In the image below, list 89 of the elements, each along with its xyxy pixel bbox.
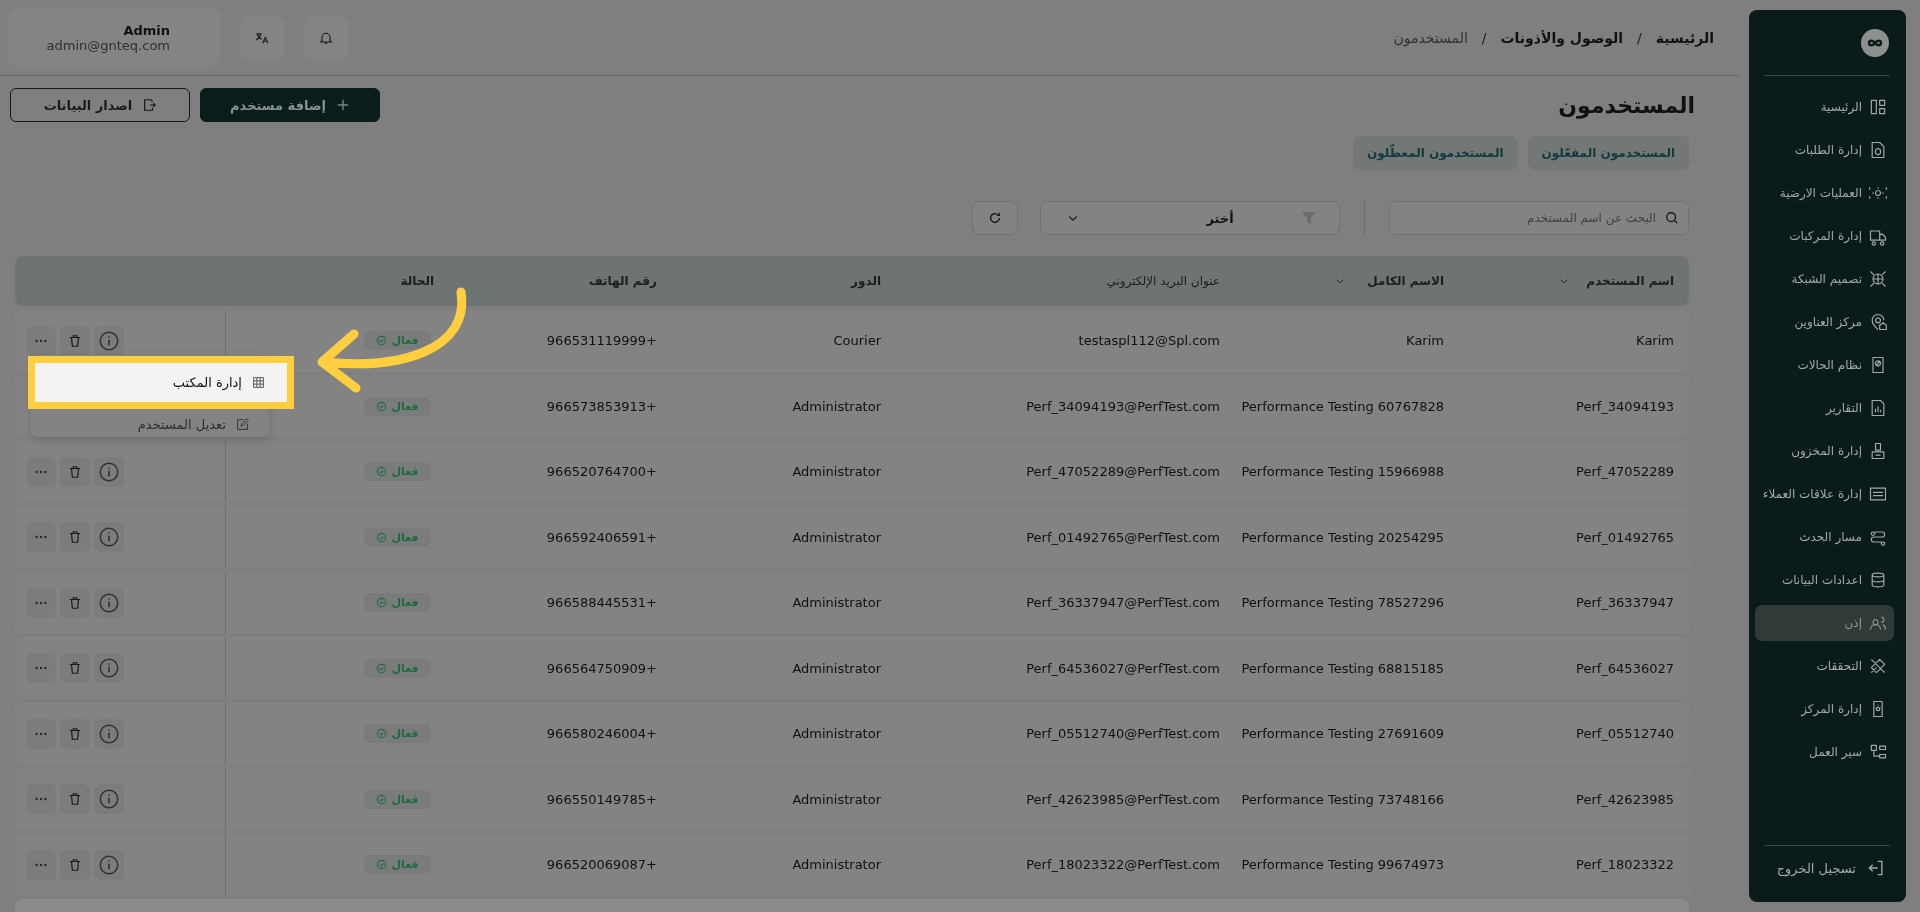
table-cell: Performance Testing 78527296 — [1241, 595, 1444, 610]
table-cell: 966580246004+ — [546, 726, 657, 741]
column-header: الحالة — [400, 274, 434, 288]
table-cell: Karim — [1406, 333, 1444, 348]
table-cell: Administrator — [792, 398, 881, 414]
breadcrumb-link[interactable]: الوصول والأذونات — [1500, 29, 1624, 46]
column-header: رقم الهاتف — [588, 274, 657, 288]
sidebar-item[interactable]: الرئيسية — [1755, 89, 1894, 125]
status-badge: فعال — [364, 396, 431, 416]
table-cell: Administrator — [792, 595, 881, 610]
table-cell: Courier — [833, 333, 881, 348]
table-cell: Administrator — [792, 660, 881, 676]
table-cell: Perf_42623985 — [1576, 791, 1674, 807]
status-badge: فعال — [364, 527, 431, 547]
page-title: المستخدمون — [1558, 92, 1695, 118]
sidebar-item[interactable]: إدارة المركبات — [1755, 218, 1894, 254]
table-cell: Performance Testing 73748166 — [1241, 791, 1444, 807]
filter-dropdown[interactable]: أختر — [1040, 201, 1340, 235]
table-cell: Perf_34094193 — [1576, 398, 1674, 414]
table-cell: Performance Testing 99674973 — [1241, 857, 1444, 872]
table-cell: 966573853913+ — [546, 398, 657, 414]
sidebar-item[interactable]: إذن — [1755, 605, 1894, 641]
sidebar-item[interactable]: إدارة الطلبات — [1755, 132, 1894, 168]
sidebar-item[interactable]: التقارير — [1755, 390, 1894, 426]
sidebar-item[interactable]: تصميم الشبكة — [1755, 261, 1894, 297]
sidebar-item[interactable]: العمليات الارضية — [1755, 175, 1894, 211]
table-cell: 966588445531+ — [546, 595, 657, 610]
table-cell: testaspl112@Spl.com — [1078, 333, 1220, 348]
table-cell: 966564750909+ — [546, 660, 657, 676]
table-cell: Administrator — [792, 464, 881, 479]
sidebar-item[interactable]: مركز العناوين — [1755, 304, 1894, 340]
table-cell: Perf_18023322@PerfTest.com — [1026, 857, 1220, 872]
search-field[interactable]: البحث عن اسم المستخدم — [1389, 201, 1689, 235]
table-cell: Performance Testing 27691609 — [1241, 726, 1444, 741]
table-cell: 966531119999+ — [546, 333, 657, 348]
account-card[interactable]: Admin admin@gnteq.com — [8, 7, 220, 68]
table-cell: Karim — [1636, 333, 1674, 348]
table-cell: Perf_42623985@PerfTest.com — [1026, 791, 1220, 807]
account-name: Admin — [122, 22, 170, 38]
table-cell: Administrator — [792, 857, 881, 872]
sidebar-item[interactable]: سير العمل — [1755, 734, 1894, 770]
sidebar-item[interactable]: اعدادات البيانات — [1755, 562, 1894, 598]
table-cell: 966520069087+ — [546, 857, 657, 872]
menu-item[interactable]: تعديل المستخدم — [31, 409, 269, 439]
table-cell: Perf_64536027 — [1576, 660, 1674, 676]
table-cell: Performance Testing 20254295 — [1241, 529, 1444, 545]
table-cell: Performance Testing 68815185 — [1241, 660, 1444, 676]
table-cell: Performance Testing 60767828 — [1241, 398, 1444, 414]
table-cell: Administrator — [792, 726, 881, 741]
table-cell: Perf_01492765@PerfTest.com — [1026, 529, 1220, 545]
table-cell: Perf_34094193@PerfTest.com — [1026, 398, 1220, 414]
table-cell: Perf_36337947@PerfTest.com — [1026, 595, 1220, 610]
status-badge: فعال — [364, 789, 431, 809]
table-cell: Perf_18023322 — [1576, 857, 1674, 872]
sidebar-item[interactable]: إدارة المركز — [1755, 691, 1894, 727]
table-cell: 966592406591+ — [546, 529, 657, 545]
table-cell: Perf_01492765 — [1576, 529, 1674, 545]
table-cell: Administrator — [792, 529, 881, 545]
status-badge: فعال — [364, 658, 431, 678]
add-user-button[interactable]: إضافة مستخدم — [200, 88, 380, 122]
table-cell: Perf_64536027@PerfTest.com — [1026, 660, 1220, 676]
status-badge: فعال — [364, 331, 431, 350]
menu-item[interactable]: إدارة المكتب — [28, 356, 294, 409]
sidebar-item[interactable]: مسار الحدث — [1755, 519, 1894, 555]
breadcrumb-link[interactable]: الرئيسية — [1655, 29, 1714, 46]
table-cell: Perf_47052289 — [1576, 464, 1674, 479]
logout-button[interactable]: تسجيل الخروج — [1765, 845, 1890, 888]
table-cell: Performance Testing 15966988 — [1241, 464, 1444, 479]
table-cell: Perf_05512740@PerfTest.com — [1026, 726, 1220, 741]
status-badge: فعال — [364, 593, 431, 612]
sidebar-item[interactable]: إدارة علاقات العملاء — [1755, 476, 1894, 512]
table-cell: Administrator — [792, 791, 881, 807]
table-cell: 966550149785+ — [546, 791, 657, 807]
status-badge: فعال — [364, 855, 431, 874]
table-cell: Perf_05512740 — [1576, 726, 1674, 741]
table-cell: 966520764700+ — [546, 464, 657, 479]
column-header: الدور — [851, 274, 881, 288]
sidebar-item[interactable]: التحققات — [1755, 648, 1894, 684]
status-badge: فعال — [364, 462, 431, 481]
status-badge: فعال — [364, 724, 431, 743]
column-header: عنوان البريد الإلكتروني — [1106, 274, 1220, 288]
breadcrumb-separator: / — [1637, 29, 1642, 46]
table-cell: Perf_47052289@PerfTest.com — [1026, 464, 1220, 479]
table-cell: Perf_36337947 — [1576, 595, 1674, 610]
sidebar-item[interactable]: نظام الحالات — [1755, 347, 1894, 383]
breadcrumb-separator: / — [1481, 29, 1487, 46]
account-email: admin@gnteq.com — [45, 37, 170, 53]
export-button[interactable]: اصدار البيانات — [10, 88, 190, 122]
sidebar-item[interactable]: إدارة المخزون — [1755, 433, 1894, 469]
